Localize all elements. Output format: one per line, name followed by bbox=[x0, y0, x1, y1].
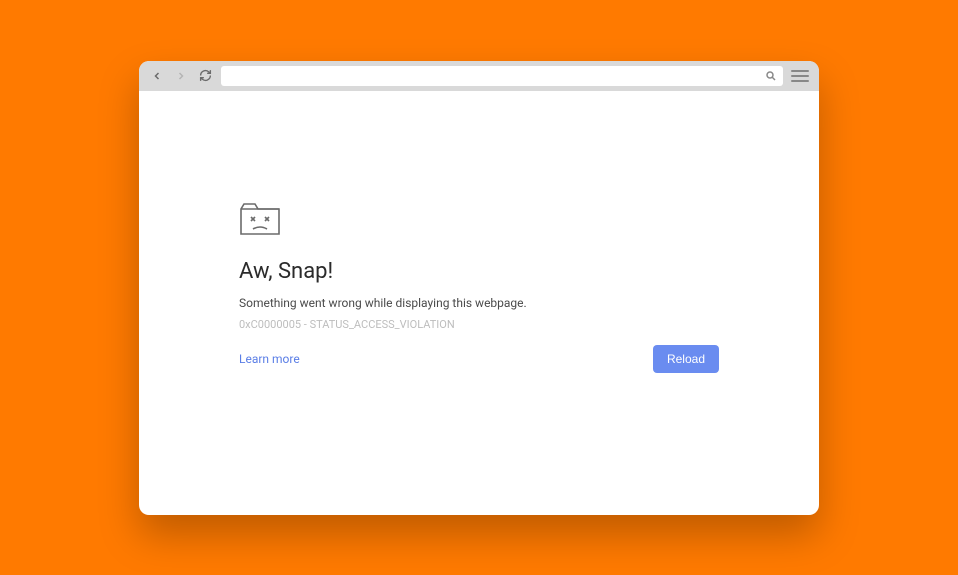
chevron-left-icon bbox=[151, 70, 163, 82]
sad-folder-icon bbox=[239, 201, 719, 241]
back-button[interactable] bbox=[149, 68, 165, 84]
address-bar[interactable] bbox=[221, 66, 783, 86]
error-code: 0xC0000005 - STATUS_ACCESS_VIOLATION bbox=[239, 318, 719, 331]
forward-button[interactable] bbox=[173, 68, 189, 84]
browser-toolbar bbox=[139, 61, 819, 91]
search-icon bbox=[765, 70, 777, 82]
reload-button[interactable]: Reload bbox=[653, 345, 719, 373]
learn-more-link[interactable]: Learn more bbox=[239, 352, 300, 366]
chevron-right-icon bbox=[175, 70, 187, 82]
browser-window: Aw, Snap! Something went wrong while dis… bbox=[139, 61, 819, 515]
error-title: Aw, Snap! bbox=[239, 259, 719, 284]
page-content: Aw, Snap! Something went wrong while dis… bbox=[139, 91, 819, 515]
reload-icon bbox=[199, 69, 212, 82]
menu-button[interactable] bbox=[791, 68, 809, 84]
hamburger-line bbox=[791, 70, 809, 72]
hamburger-line bbox=[791, 80, 809, 82]
error-actions-row: Learn more Reload bbox=[239, 345, 719, 373]
address-input[interactable] bbox=[227, 70, 765, 82]
reload-nav-button[interactable] bbox=[197, 68, 213, 84]
error-message: Something went wrong while displaying th… bbox=[239, 296, 719, 310]
hamburger-line bbox=[791, 75, 809, 77]
